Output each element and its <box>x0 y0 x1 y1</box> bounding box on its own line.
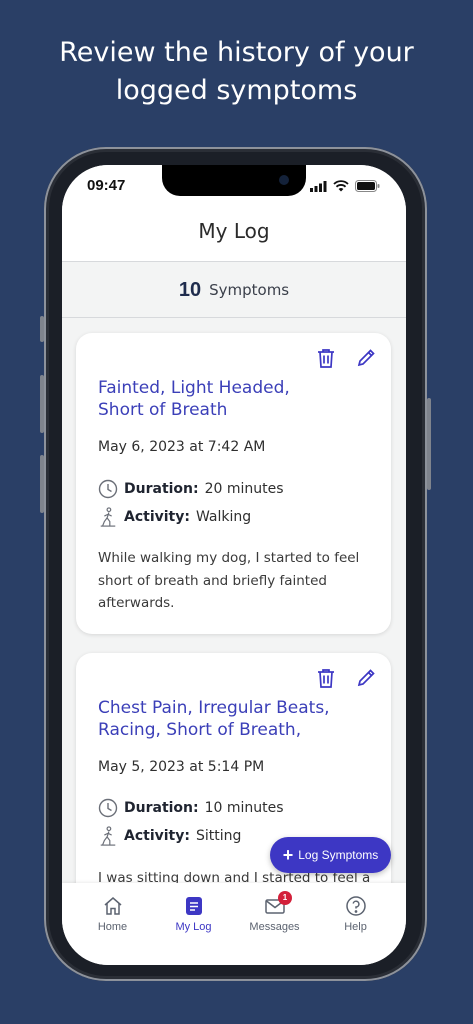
plus-icon: + <box>282 845 294 865</box>
duration-row: Duration: 10 minutes <box>98 798 284 818</box>
activity-label: Activity: <box>124 828 190 844</box>
log-symptoms-label: Log Symptoms <box>298 848 379 862</box>
trash-icon[interactable] <box>315 667 337 689</box>
camera-icon <box>279 175 289 185</box>
symptom-count-label: Symptoms <box>209 281 290 299</box>
duration-value: 20 minutes <box>204 481 284 497</box>
battery-icon <box>355 180 380 192</box>
wifi-icon <box>333 180 349 192</box>
edit-pencil-icon[interactable] <box>355 347 377 369</box>
status-time: 09:47 <box>87 177 126 194</box>
promo-line-2: logged symptoms <box>115 75 358 106</box>
symptom-notes: While walking my dog, I started to feel … <box>98 547 373 615</box>
symptom-count-bar: 10 Symptoms <box>62 263 406 318</box>
home-icon <box>104 897 121 915</box>
tab-home[interactable]: Home <box>72 895 153 965</box>
app-screen: 09:47 My Log 10 Symptoms Fainted, Light … <box>62 165 406 965</box>
trash-icon[interactable] <box>315 347 337 369</box>
log-icon <box>185 897 202 915</box>
symptom-notes-line: short of breath and briefly fainted <box>98 572 327 589</box>
symptom-title-line: Fainted, Light Headed, <box>98 378 290 398</box>
log-symptoms-button[interactable]: + Log Symptoms <box>270 837 391 873</box>
tab-messages[interactable]: 1 Messages <box>234 891 315 965</box>
symptom-notes-line: While walking my dog, I started to feel <box>98 550 360 566</box>
duration-row: Duration: 20 minutes <box>98 479 284 499</box>
tab-help[interactable]: Help <box>315 895 396 965</box>
bottom-tab-bar: Home My Log 1 Messages Help <box>62 883 406 965</box>
duration-label: Duration: <box>124 481 199 497</box>
symptom-count: 10 <box>178 278 202 301</box>
symptom-card[interactable]: Fainted, Light Headed, Short of Breath M… <box>76 333 391 634</box>
duration-value: 10 minutes <box>204 800 284 816</box>
phone-power-button <box>427 398 431 490</box>
symptom-notes-line: afterwards. <box>98 595 175 611</box>
activity-value: Sitting <box>195 828 242 844</box>
symptom-date: May 5, 2023 at 5:14 PM <box>98 759 265 775</box>
unread-badge: 1 <box>278 891 292 905</box>
app-header: My Log <box>62 209 406 262</box>
tab-label: My Log <box>175 921 212 933</box>
symptom-title-line: Short of Breath <box>98 400 228 420</box>
notch <box>162 165 306 196</box>
tab-label: Help <box>344 921 367 933</box>
symptom-title: Fainted, Light Headed, Short of Breath <box>98 377 338 421</box>
duration-label: Duration: <box>124 800 199 816</box>
edit-pencil-icon[interactable] <box>355 667 377 689</box>
tab-label: Home <box>97 921 128 933</box>
symptom-title: Chest Pain, Irregular Beats, Racing, Sho… <box>98 697 368 741</box>
activity-value: Walking <box>195 509 252 525</box>
symptom-date: May 6, 2023 at 7:42 AM <box>98 439 266 455</box>
clock-icon <box>98 479 118 499</box>
help-icon <box>345 896 366 916</box>
symptom-title-line: Chest Pain, Irregular Beats, <box>98 698 330 718</box>
tab-my-log[interactable]: My Log <box>153 895 234 965</box>
promo-headline: Review the history of your logged sympto… <box>0 34 473 110</box>
symptom-title-line: Racing, Short of Breath, <box>98 720 302 740</box>
activity-label: Activity: <box>124 509 190 525</box>
activity-row: Activity: Walking <box>98 507 251 527</box>
activity-row: Activity: Sitting <box>98 826 241 846</box>
promo-line-1: Review the history of your <box>59 37 414 68</box>
clock-icon <box>98 798 118 818</box>
signal-icon <box>310 180 327 192</box>
walking-person-icon <box>100 826 116 846</box>
tab-label: Messages <box>249 921 300 933</box>
phone-silent-switch <box>40 316 44 342</box>
phone-volume-down <box>40 455 44 513</box>
page-title: My Log <box>198 219 270 243</box>
phone-volume-up <box>40 375 44 433</box>
walking-person-icon <box>100 507 116 527</box>
